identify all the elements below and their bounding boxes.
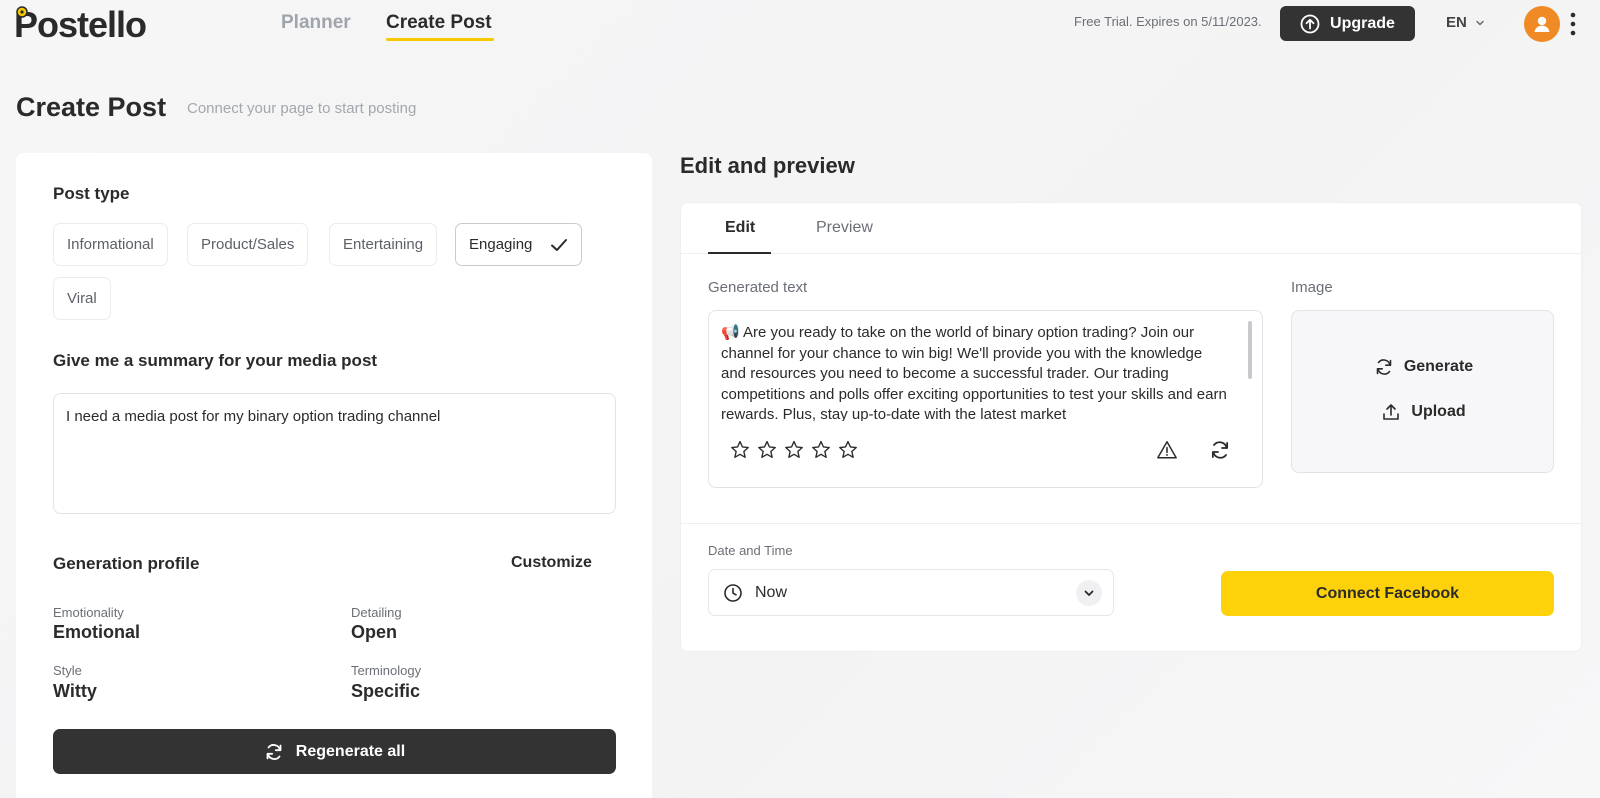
- active-tab-indicator: [386, 38, 494, 41]
- generate-image-button[interactable]: Generate: [1292, 357, 1555, 377]
- tab-edit[interactable]: Edit: [725, 219, 755, 237]
- generated-text-area[interactable]: 📢 Are you ready to take on the world of …: [721, 323, 1231, 421]
- refresh-icon: [1376, 359, 1392, 375]
- upgrade-label: Upgrade: [1330, 14, 1395, 32]
- date-time-value: Now: [755, 583, 788, 601]
- terminology-value: Specific: [351, 681, 421, 701]
- post-type-chip-product-sales[interactable]: Product/Sales: [187, 223, 309, 266]
- refresh-icon[interactable]: [1209, 439, 1231, 461]
- star-icon[interactable]: [810, 439, 832, 461]
- generate-label: Generate: [1403, 358, 1474, 375]
- post-type-title: Post type: [53, 184, 130, 203]
- tab-preview[interactable]: Preview: [816, 219, 873, 237]
- rating-stars: [729, 439, 859, 461]
- top-bar: Postello Planner Create Post Free Trial.…: [0, 0, 1600, 50]
- generation-profile-title: Generation profile: [53, 554, 200, 573]
- summary-title: Give me a summary for your media post: [53, 351, 378, 370]
- logo[interactable]: Postello: [14, 4, 147, 46]
- emotionality-value: Emotional: [53, 622, 141, 642]
- language-label: EN: [1446, 14, 1467, 31]
- generated-text-box: 📢 Are you ready to take on the world of …: [708, 310, 1263, 488]
- tabs-divider: [681, 253, 1581, 254]
- refresh-icon: [266, 743, 282, 760]
- checkmark-icon: [551, 238, 568, 251]
- regenerate-all-label: Regenerate all: [295, 742, 406, 760]
- style-value: Witty: [53, 681, 97, 701]
- warning-icon[interactable]: [1156, 439, 1178, 461]
- date-time-label: Date and Time: [708, 543, 793, 558]
- upload-image-button[interactable]: Upload: [1292, 402, 1555, 422]
- user-avatar[interactable]: [1524, 6, 1560, 42]
- post-type-chip-informational[interactable]: Informational: [53, 223, 168, 266]
- chip-label: Engaging: [469, 236, 533, 253]
- logo-bee-icon: [16, 6, 28, 18]
- clock-icon: [724, 583, 742, 602]
- post-type-chip-entertaining[interactable]: Entertaining: [329, 223, 438, 266]
- emotionality-label: Emotionality: [53, 605, 124, 620]
- user-icon: [1534, 16, 1550, 32]
- scrollbar-thumb[interactable]: [1248, 321, 1252, 379]
- more-options-icon[interactable]: [1568, 10, 1578, 38]
- date-time-select[interactable]: Now: [708, 569, 1114, 616]
- edit-preview-panel: Edit Preview Generated text 📢 Are you re…: [680, 202, 1582, 652]
- section-divider: [681, 523, 1581, 524]
- terminology-label: Terminology: [351, 663, 422, 678]
- image-dropzone: Generate Upload: [1291, 310, 1554, 473]
- image-label: Image: [1291, 279, 1333, 296]
- upgrade-button[interactable]: Upgrade: [1280, 6, 1415, 41]
- page-title: Create Post: [16, 92, 167, 122]
- chevron-down-icon: [1476, 20, 1484, 25]
- star-icon[interactable]: [783, 439, 805, 461]
- page-subtitle: Connect your page to start posting: [187, 100, 417, 117]
- detailing-value: Open: [351, 622, 398, 642]
- detailing-label: Detailing: [351, 605, 402, 620]
- post-type-chip-viral[interactable]: Viral: [53, 277, 111, 320]
- arrow-up-circle-icon: [1300, 14, 1320, 33]
- generated-text-label: Generated text: [708, 279, 808, 296]
- edit-preview-title: Edit and preview: [680, 153, 855, 178]
- customize-button[interactable]: Customize: [511, 554, 592, 572]
- nav-tab-planner[interactable]: Planner: [281, 12, 351, 34]
- star-icon[interactable]: [729, 439, 751, 461]
- upload-icon: [1383, 404, 1400, 420]
- style-label: Style: [53, 663, 82, 678]
- star-icon[interactable]: [837, 439, 859, 461]
- post-type-chip-engaging[interactable]: Engaging: [455, 223, 583, 266]
- star-icon[interactable]: [756, 439, 778, 461]
- active-tab-indicator: [708, 252, 771, 254]
- post-settings-panel: Post type Informational Product/Sales En…: [16, 153, 652, 798]
- regenerate-all-button[interactable]: Regenerate all: [53, 729, 616, 774]
- language-selector[interactable]: EN: [1446, 14, 1485, 31]
- nav-tab-create-post[interactable]: Create Post: [386, 12, 492, 34]
- summary-textarea[interactable]: I need a media post for my binary option…: [53, 393, 616, 514]
- logo-text: Postello: [14, 4, 147, 45]
- connect-facebook-button[interactable]: Connect Facebook: [1221, 571, 1554, 616]
- trial-status: Free Trial. Expires on 5/11/2023.: [1074, 14, 1262, 29]
- upload-label: Upload: [1411, 403, 1466, 420]
- chevron-down-icon: [1076, 580, 1102, 606]
